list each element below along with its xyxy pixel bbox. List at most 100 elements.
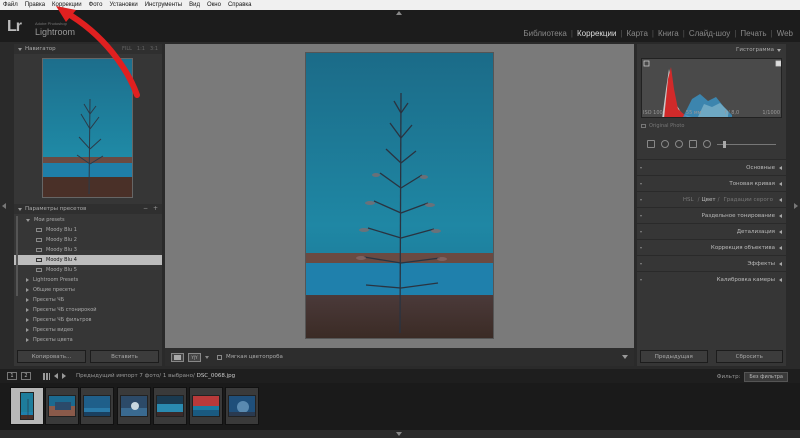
- grayscale-tab[interactable]: Градации серого: [723, 197, 773, 203]
- section-tone-curve[interactable]: Тоновая кривая: [637, 175, 786, 191]
- menu-window[interactable]: Окно: [207, 2, 221, 8]
- presets-scrollbar[interactable]: [16, 216, 18, 296]
- section-camera-calibration[interactable]: Калибровка камеры: [637, 271, 786, 287]
- collapse-top-icon[interactable]: [396, 11, 402, 15]
- collapse-icon: [777, 48, 781, 52]
- module-book[interactable]: Книга: [654, 29, 683, 38]
- section-detail[interactable]: Детализация: [637, 223, 786, 239]
- thumbnail[interactable]: [10, 387, 44, 425]
- main-photo[interactable]: [305, 52, 494, 339]
- preset-item[interactable]: Moody Blu 5: [14, 265, 162, 275]
- remove-preset-button[interactable]: −: [143, 205, 148, 212]
- preset-folder[interactable]: Пресеты ЧБ: [14, 295, 162, 305]
- section-switch-icon: [640, 215, 642, 217]
- add-preset-button[interactable]: +: [153, 205, 158, 212]
- menu-tools[interactable]: Инструменты: [145, 2, 182, 8]
- module-library[interactable]: Библиотека: [519, 29, 571, 38]
- window-1-button[interactable]: 1: [7, 372, 17, 380]
- preset-folder[interactable]: Lightroom Presets: [14, 275, 162, 285]
- grid-view-icon[interactable]: [43, 372, 50, 380]
- section-split-toning[interactable]: Раздельное тонирование: [637, 207, 786, 223]
- filmstrip-source[interactable]: Предыдущий импорт 7 фото/ 1 выбрано/ DSC…: [76, 373, 235, 379]
- view-dropdown-icon[interactable]: [205, 355, 209, 359]
- histogram[interactable]: [641, 58, 782, 118]
- navigator-header[interactable]: Навигатор FILL 1:1 3:1: [14, 44, 162, 54]
- hsl-tab[interactable]: HSL: [683, 197, 694, 203]
- menu-settings[interactable]: Установки: [109, 2, 137, 8]
- thumbnail[interactable]: [117, 387, 151, 425]
- collapse-bottom-icon[interactable]: [396, 432, 402, 436]
- section-lens-correction[interactable]: Коррекция объектива: [637, 239, 786, 255]
- window-2-button[interactable]: 2: [21, 372, 31, 380]
- collapse-right-icon[interactable]: [794, 203, 798, 209]
- compare-view-icon[interactable]: Y|Y: [188, 352, 201, 362]
- expand-arrow-icon: [779, 229, 782, 234]
- section-effects[interactable]: Эффекты: [637, 255, 786, 271]
- menu-file[interactable]: Файл: [3, 2, 18, 8]
- menu-develop[interactable]: Коррекции: [52, 2, 82, 8]
- adjustment-brush-icon[interactable]: [717, 140, 776, 148]
- previous-button[interactable]: Предыдущая: [640, 350, 708, 363]
- zoom-1-1[interactable]: 1:1: [137, 46, 145, 52]
- module-map[interactable]: Карта: [623, 29, 652, 38]
- thumb-photo: [229, 396, 255, 416]
- preset-item-selected[interactable]: Moody Blu 4: [14, 255, 162, 265]
- preset-folder[interactable]: Пресеты видео: [14, 325, 162, 335]
- forward-arrow-icon[interactable]: [62, 373, 66, 379]
- menu-view[interactable]: Вид: [189, 2, 200, 8]
- filmstrip[interactable]: [0, 383, 800, 430]
- menu-help[interactable]: Справка: [228, 2, 252, 8]
- preset-folder-label: Lightroom Presets: [33, 277, 79, 283]
- preset-folder-label: Общие пресеты: [33, 287, 75, 293]
- color-tab[interactable]: Цвет: [701, 197, 715, 203]
- toolbar-menu-icon[interactable]: [622, 355, 628, 359]
- module-print[interactable]: Печать: [736, 29, 770, 38]
- preset-item-label: Moody Blu 3: [46, 247, 77, 253]
- module-slideshow[interactable]: Слайд-шоу: [685, 29, 734, 38]
- thumbnail[interactable]: [45, 387, 79, 425]
- app-subtitle: Adobe Photoshop: [35, 21, 67, 26]
- loupe-view-icon[interactable]: [171, 352, 184, 362]
- menu-edit[interactable]: Правка: [25, 2, 45, 8]
- preset-item[interactable]: Moody Blu 3: [14, 245, 162, 255]
- graduated-filter-icon[interactable]: [689, 140, 697, 148]
- section-label: Тоновая кривая: [729, 180, 775, 187]
- zoom-fill[interactable]: FILL: [122, 46, 132, 52]
- red-eye-icon[interactable]: [675, 140, 683, 148]
- spot-removal-icon[interactable]: [661, 140, 669, 148]
- thumbnail[interactable]: [189, 387, 223, 425]
- preset-folder[interactable]: Пресеты цвета: [14, 335, 162, 345]
- reset-button[interactable]: Сбросить: [715, 350, 783, 363]
- module-picker: Библиотека | Коррекции | Карта | Книга | Сла…: [519, 29, 797, 38]
- filter-select[interactable]: Без фильтра: [744, 372, 788, 382]
- collapse-left-icon[interactable]: [2, 203, 6, 209]
- preset-folder-label: Пресеты ЧБ: [33, 297, 65, 303]
- navigator-preview[interactable]: [42, 58, 133, 198]
- preset-item[interactable]: Moody Blu 2: [14, 235, 162, 245]
- zoom-3-1[interactable]: 3:1: [150, 46, 158, 52]
- presets-header[interactable]: Параметры пресетов: [14, 204, 162, 214]
- module-web[interactable]: Web: [773, 29, 797, 38]
- develop-sections: Основные Тоновая кривая HSL / Цвет / Гра…: [637, 159, 786, 287]
- thumbnail[interactable]: [153, 387, 187, 425]
- crop-tool-icon[interactable]: [647, 140, 655, 148]
- preset-folder[interactable]: Общие пресеты: [14, 285, 162, 295]
- preset-item[interactable]: Moody Blu 1: [14, 225, 162, 235]
- menu-photo[interactable]: Фото: [89, 2, 103, 8]
- preset-folder[interactable]: Пресеты ЧБ фильтров: [14, 315, 162, 325]
- folder-collapsed-icon: [26, 278, 29, 282]
- module-develop[interactable]: Коррекции: [573, 29, 620, 38]
- section-hsl[interactable]: HSL / Цвет / Градации серого: [637, 191, 786, 207]
- preset-folder[interactable]: Мои presets: [14, 215, 162, 225]
- radial-filter-icon[interactable]: [703, 140, 711, 148]
- histogram-header[interactable]: Гистограмма: [637, 44, 786, 56]
- image-canvas[interactable]: [165, 44, 634, 348]
- section-basic[interactable]: Основные: [637, 159, 786, 175]
- soft-proof-checkbox[interactable]: [217, 354, 222, 360]
- preset-folder[interactable]: Пресеты ЧБ стонирокой: [14, 305, 162, 315]
- thumbnail[interactable]: [225, 387, 259, 425]
- thumbnail[interactable]: [80, 387, 114, 425]
- back-arrow-icon[interactable]: [54, 373, 58, 379]
- copy-settings-button[interactable]: Копировать...: [17, 350, 86, 363]
- paste-settings-button[interactable]: Вставить: [90, 350, 159, 363]
